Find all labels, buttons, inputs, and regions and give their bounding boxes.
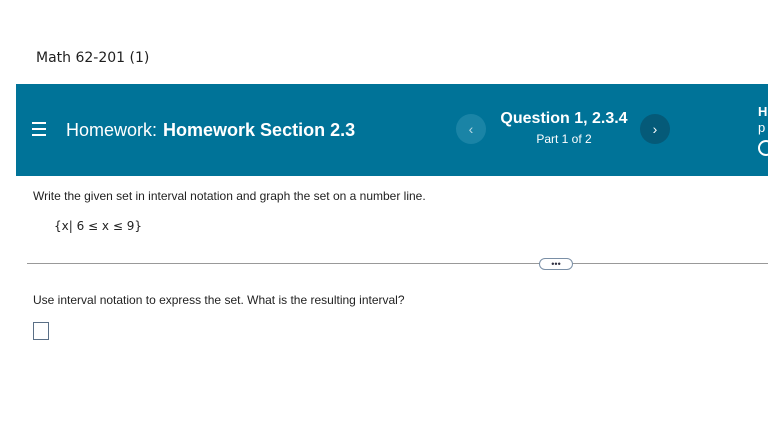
score-heading: H	[758, 104, 768, 119]
chevron-right-icon: ›	[652, 121, 658, 137]
chevron-left-icon: ‹	[468, 121, 474, 137]
section-divider	[27, 263, 768, 264]
answer-input[interactable]	[33, 322, 49, 340]
problem-instruction: Write the given set in interval notation…	[33, 189, 426, 203]
score-text: p	[758, 120, 766, 135]
set-expression: {x| 6 ≤ x ≤ 9}	[54, 219, 142, 233]
homework-name: Homework Section 2.3	[163, 120, 356, 140]
question-title: Question 1, 2.3.4	[500, 110, 628, 127]
score-panel: H p	[758, 104, 768, 156]
question-info: Question 1, 2.3.4 Part 1 of 2	[494, 110, 634, 146]
course-title: Math 62-201 (1)	[36, 50, 150, 66]
homework-label: Homework:	[66, 120, 158, 140]
previous-question-button[interactable]: ‹	[456, 114, 486, 144]
homework-header-bar: Homework: Homework Section 2.3 ‹ Question…	[16, 84, 768, 176]
hamburger-menu-icon[interactable]	[32, 122, 46, 136]
homework-title: Homework: Homework Section 2.3	[66, 120, 355, 141]
question-part: Part 1 of 2	[536, 132, 592, 146]
next-question-button[interactable]: ›	[640, 114, 670, 144]
expand-button[interactable]: •••	[539, 258, 573, 270]
progress-circle-icon	[758, 140, 768, 156]
question-text: Use interval notation to express the set…	[33, 293, 405, 307]
